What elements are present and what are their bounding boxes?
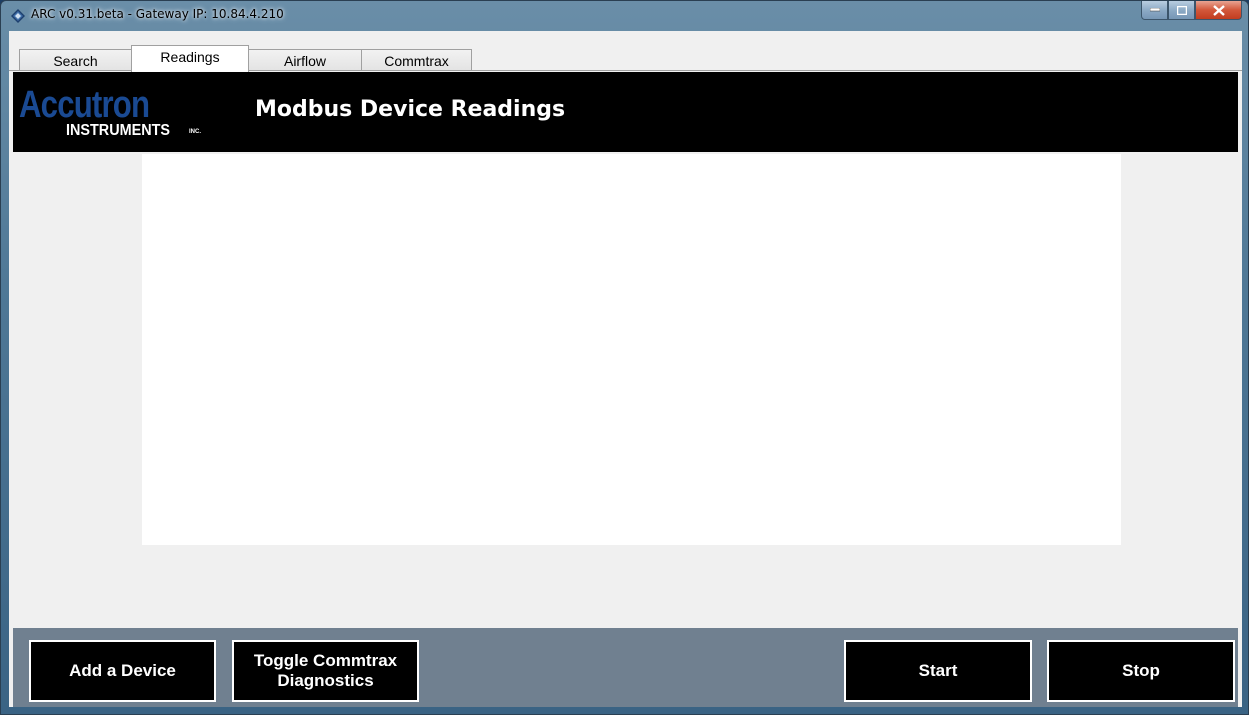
tab-airflow[interactable]: Airflow — [248, 49, 362, 71]
tab-strip: Search Readings Airflow Commtrax — [9, 31, 1242, 72]
tab-search[interactable]: Search — [19, 49, 132, 71]
start-label: Start — [918, 661, 958, 680]
toggle-diagnostics-button[interactable]: Toggle Commtrax Diagnostics — [232, 640, 419, 702]
stop-label: Stop — [1122, 661, 1160, 680]
close-icon — [1212, 4, 1225, 16]
maximize-button[interactable] — [1168, 1, 1195, 20]
app-client-area: Search Readings Airflow Commtrax Accutro… — [9, 31, 1242, 707]
tab-commtrax[interactable]: Commtrax — [361, 49, 472, 71]
action-bar: Add a Device Toggle Commtrax Diagnostics… — [13, 628, 1238, 707]
accutron-logo: Accutron INSTRUMENTS INC. — [19, 86, 239, 142]
add-device-button[interactable]: Add a Device — [29, 640, 216, 702]
logo-subtitle: INSTRUMENTS — [66, 122, 171, 139]
maximize-icon — [1176, 5, 1187, 15]
start-button[interactable]: Start — [844, 640, 1032, 702]
minimize-button[interactable] — [1141, 1, 1168, 20]
app-diamond-icon — [11, 9, 25, 23]
stop-button[interactable]: Stop — [1047, 640, 1235, 702]
close-button[interactable] — [1195, 1, 1242, 20]
tab-readings[interactable]: Readings — [131, 45, 249, 72]
toggle-diagnostics-label-line1: Toggle Commtrax — [253, 651, 398, 670]
window-title: ARC v0.31.beta - Gateway IP: 10.84.4.210 — [31, 7, 284, 21]
minimize-icon — [1149, 8, 1160, 12]
add-device-label: Add a Device — [69, 661, 176, 680]
toggle-diagnostics-label-line2: Diagnostics — [277, 671, 374, 690]
page-header: Accutron INSTRUMENTS INC. Modbus Device … — [13, 72, 1238, 152]
page-title: Modbus Device Readings — [255, 97, 566, 122]
readings-panel[interactable] — [142, 154, 1121, 545]
app-window: ARC v0.31.beta - Gateway IP: 10.84.4.210… — [0, 0, 1249, 715]
logo-inc: INC. — [189, 129, 201, 135]
logo-wordmark: Accutron — [19, 84, 150, 126]
